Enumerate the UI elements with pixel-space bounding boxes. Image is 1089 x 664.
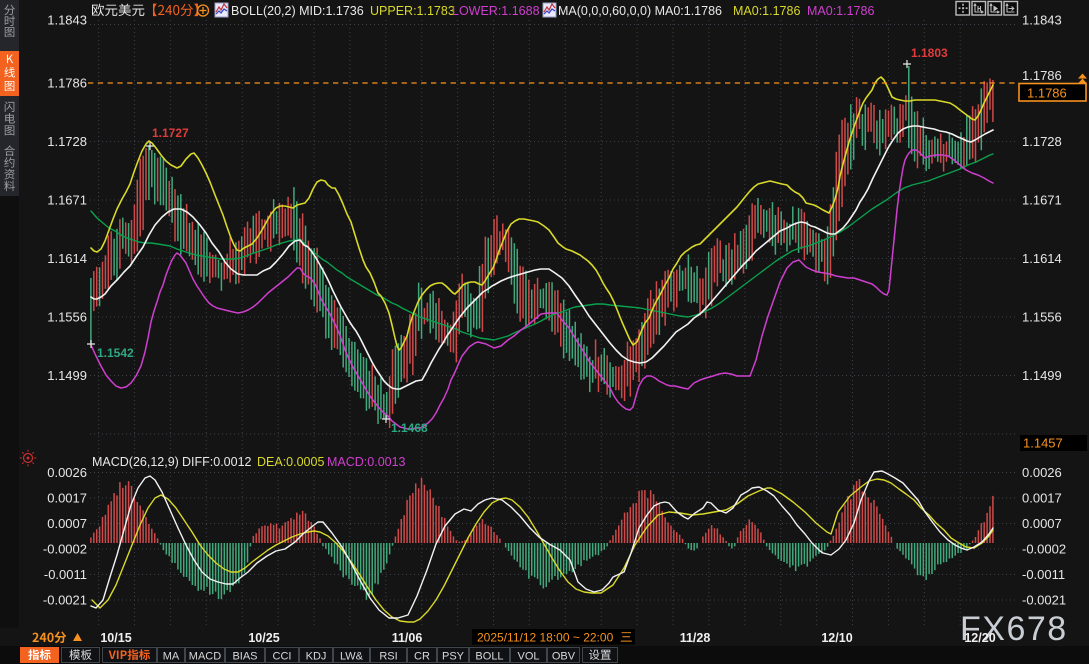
svg-text:OBV: OBV [552,651,576,663]
svg-text:0.0017: 0.0017 [1022,491,1062,506]
svg-text:10/15: 10/15 [100,631,131,645]
svg-text:LOWER:1.1688: LOWER:1.1688 [452,4,540,18]
svg-text:BIAS: BIAS [232,651,257,663]
svg-text:MACD: MACD [189,651,221,663]
svg-text:LW&: LW& [340,651,364,663]
svg-text:0.0017: 0.0017 [47,491,87,506]
svg-text:1.1728: 1.1728 [1022,134,1062,149]
svg-text:DEA:0.0005: DEA:0.0005 [257,455,324,469]
svg-text:MACD(26,12,9): MACD(26,12,9) [92,455,179,469]
svg-text:0.0026: 0.0026 [47,465,87,480]
svg-text:1.1786: 1.1786 [47,76,87,91]
svg-text:1.1728: 1.1728 [47,134,87,149]
svg-text:1.1727: 1.1727 [152,126,189,140]
svg-text:1.1843: 1.1843 [1022,13,1062,28]
svg-text:1.1843: 1.1843 [47,13,87,28]
svg-text:1.1671: 1.1671 [1022,193,1062,208]
svg-text:1.1803: 1.1803 [911,46,948,60]
svg-text:MA(0,0,0,60,0,0) MA0:1.1786: MA(0,0,0,60,0,0) MA0:1.1786 [558,4,722,18]
svg-text:PSY: PSY [442,651,465,663]
svg-text:1.1499: 1.1499 [1022,368,1062,383]
svg-text:UPPER:1.1783: UPPER:1.1783 [370,4,455,18]
svg-text:-0.0011: -0.0011 [1022,567,1065,582]
svg-text:-0.0021: -0.0021 [1022,593,1066,608]
svg-text:0.0026: 0.0026 [1022,465,1062,480]
svg-text:2025/11/12 18:00 ~ 22:00: 2025/11/12 18:00 ~ 22:00 [477,631,614,645]
svg-text:1.1468: 1.1468 [391,421,428,435]
svg-text:10/25: 10/25 [248,631,279,645]
svg-text:-0.0011: -0.0011 [44,567,87,582]
svg-text:1.1556: 1.1556 [47,310,87,325]
svg-text:1.1614: 1.1614 [47,251,87,266]
svg-text:1.1614: 1.1614 [1022,251,1062,266]
svg-text:12/20: 12/20 [964,631,995,645]
svg-text:BOLL(20,2) MID:1.1736: BOLL(20,2) MID:1.1736 [231,4,364,18]
svg-text:11/06: 11/06 [392,631,423,645]
svg-text:1.1499: 1.1499 [47,368,87,383]
svg-text:-0.0002: -0.0002 [43,542,87,557]
svg-text:DIFF:0.0012: DIFF:0.0012 [182,455,252,469]
svg-text:KDJ: KDJ [306,651,327,663]
svg-text:MA0:1.1786: MA0:1.1786 [733,4,800,18]
svg-text:VOL: VOL [517,651,539,663]
svg-text:1.1671: 1.1671 [47,193,87,208]
svg-text:MACD:0.0013: MACD:0.0013 [327,455,406,469]
svg-text:1.1786: 1.1786 [1027,86,1067,101]
svg-text:MA0:1.1786: MA0:1.1786 [807,4,874,18]
svg-text:1.1556: 1.1556 [1022,310,1062,325]
svg-text:1.1786: 1.1786 [1022,68,1062,83]
svg-text:12/10: 12/10 [821,631,852,645]
svg-text:-0.0021: -0.0021 [43,593,87,608]
svg-text:0.0007: 0.0007 [1022,516,1062,531]
svg-text:CR: CR [414,651,430,663]
svg-text:MA: MA [163,651,180,663]
svg-text:1.1457: 1.1457 [1023,436,1063,451]
svg-text:0.0007: 0.0007 [47,516,87,531]
svg-text:-0.0002: -0.0002 [1022,542,1066,557]
svg-text:CCI: CCI [273,651,292,663]
svg-text:11/28: 11/28 [680,631,711,645]
svg-text:1.1542: 1.1542 [97,346,134,360]
svg-text:RSI: RSI [379,651,397,663]
svg-text:BOLL: BOLL [475,651,503,663]
